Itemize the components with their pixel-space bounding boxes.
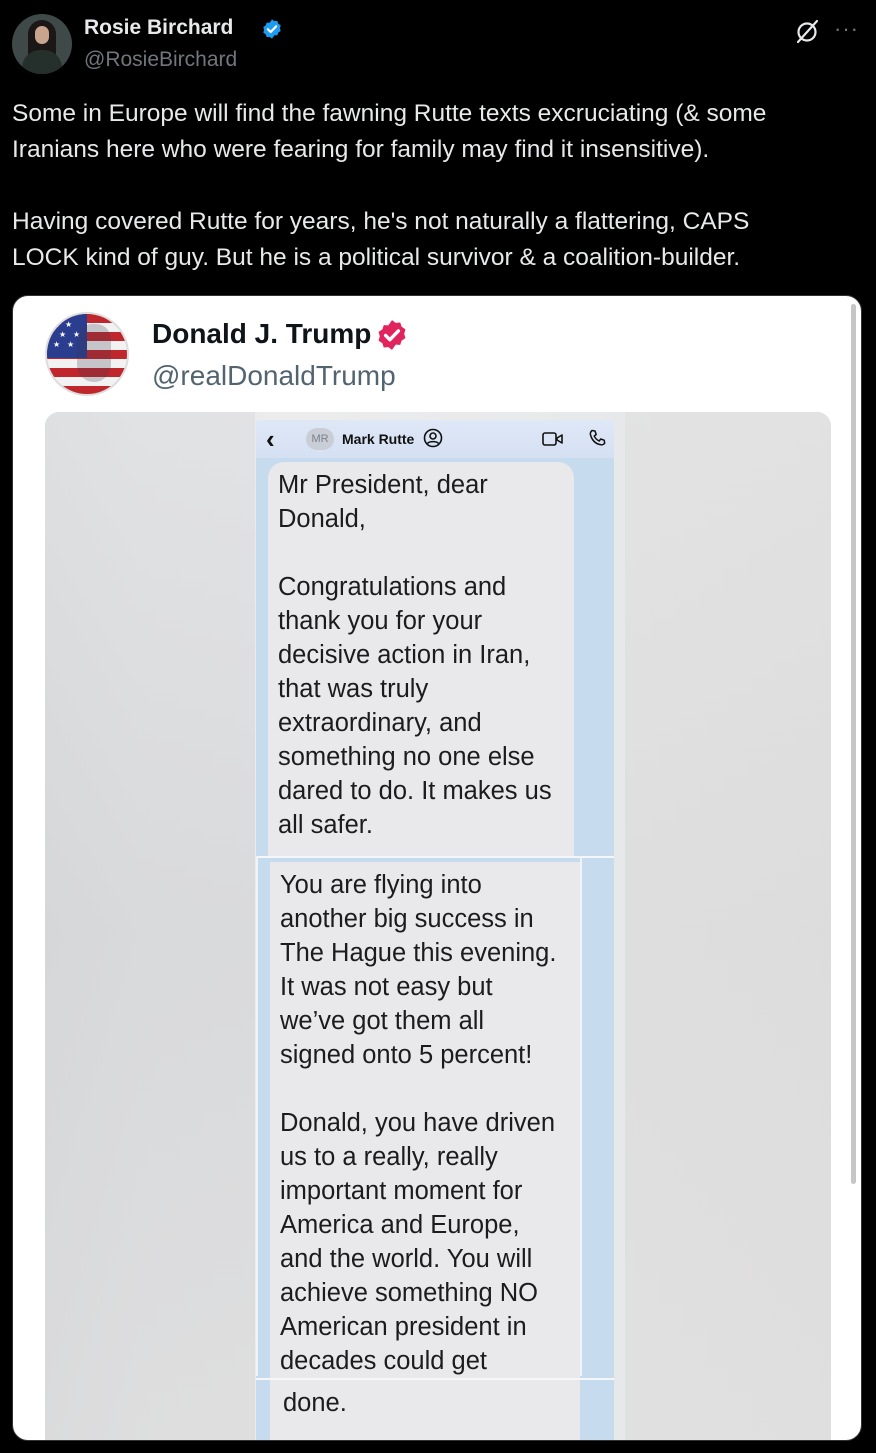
contact-name: Mark Rutte [342, 431, 415, 447]
embed-author-avatar: ★ ★ ★ ★ ★ ★ [45, 312, 129, 396]
message-bubble: done. [270, 1382, 580, 1440]
screenshot-seam [256, 856, 258, 1376]
message-bubble: Mr President, dear Donald, Congratulatio… [268, 462, 574, 856]
author-handle[interactable]: @RosieBirchard [84, 48, 237, 72]
more-options-icon[interactable]: ··· [834, 16, 859, 42]
tweet-media-image[interactable]: ★ ★ ★ ★ ★ ★ Donald J. Trump @realDonaldT… [12, 295, 862, 1441]
embed-author-handle: @realDonaldTrump [152, 360, 396, 391]
chevron-left-icon: ‹ [266, 424, 275, 454]
messages-header: ‹ MR Mark Rutte [256, 420, 614, 458]
video-call-icon [542, 432, 563, 446]
tweet-paragraph: Having covered Rutte for years, he's not… [12, 208, 750, 271]
screenshot-seam [256, 856, 614, 858]
screenshot-seam [580, 856, 582, 1376]
tweet-body: Some in Europe will find the fawning Rut… [12, 96, 862, 276]
contact-info-icon [423, 428, 443, 448]
author-avatar[interactable] [12, 14, 72, 74]
embed-author-name: Donald J. Trump [152, 318, 372, 349]
blurred-background [625, 412, 831, 1440]
phone-call-icon [589, 429, 606, 446]
tweet-header: Rosie Birchard @RosieBirchard ··· [12, 14, 864, 76]
verified-badge-icon[interactable] [261, 18, 283, 40]
tweet-paragraph: Some in Europe will find the fawning Rut… [12, 100, 767, 163]
verified-badge-icon [378, 320, 406, 350]
author-name[interactable]: Rosie Birchard [84, 16, 233, 40]
grok-icon[interactable] [794, 18, 820, 44]
scrollbar[interactable] [851, 304, 856, 1184]
photo-frame: ‹ MR Mark Rutte Mr President, dear Donal… [45, 412, 831, 1440]
imessage-screenshot: ‹ MR Mark Rutte Mr President, dear Donal… [256, 420, 614, 1440]
contact-avatar: MR [306, 428, 334, 450]
screenshot-seam [256, 1378, 614, 1380]
message-bubble: You are flying into another big success … [270, 862, 580, 1382]
blurred-background [45, 412, 255, 1440]
